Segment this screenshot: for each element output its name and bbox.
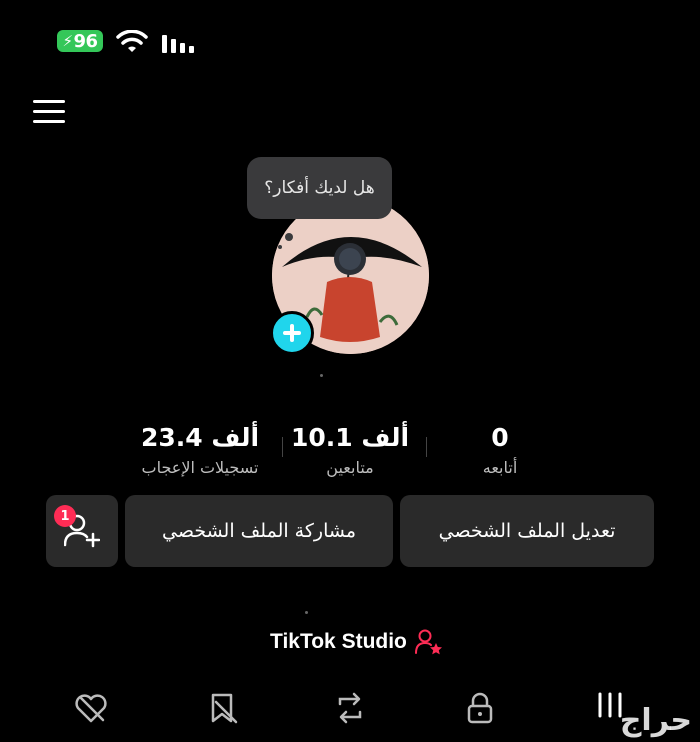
- liked-videos-tab-icon[interactable]: [73, 690, 109, 726]
- ideas-bubble-text: هل لديك أفكار؟: [264, 178, 375, 198]
- plus-icon: [283, 324, 301, 342]
- decorative-dot: [305, 611, 308, 614]
- tiktok-studio-label: TikTok Studio: [270, 630, 407, 653]
- menu-icon[interactable]: [33, 100, 65, 126]
- add-avatar-button[interactable]: [270, 311, 314, 355]
- bubble-tail-dot: [285, 233, 293, 241]
- share-profile-label: مشاركة الملف الشخصي: [162, 520, 357, 542]
- profile-screen: ⚡ 96 هل لديك أفكار؟ 23.4 ألف تسجيلات الإ…: [0, 0, 700, 742]
- stat-divider: [426, 437, 427, 457]
- share-profile-button[interactable]: مشاركة الملف الشخصي: [125, 495, 393, 567]
- likes-label: تسجيلات الإعجاب: [141, 458, 259, 477]
- charging-bolt-icon: ⚡: [62, 32, 73, 50]
- wifi-icon: [116, 30, 148, 52]
- creator-star-icon: [414, 629, 442, 655]
- bubble-tail-dot-small: [278, 245, 282, 249]
- ideas-bubble[interactable]: هل لديك أفكار؟: [247, 157, 392, 219]
- decorative-dot: [320, 374, 323, 377]
- followers-label: متابعين: [326, 458, 374, 477]
- stat-followers[interactable]: 10.1 ألف متابعين: [280, 423, 420, 477]
- repost-tab-icon[interactable]: [332, 690, 368, 726]
- signal-icon: [162, 35, 194, 53]
- likes-count: 23.4 ألف: [140, 423, 260, 452]
- battery-level: 96: [73, 30, 98, 52]
- stat-likes[interactable]: 23.4 ألف تسجيلات الإعجاب: [120, 423, 280, 477]
- lock-tab-icon[interactable]: [462, 690, 498, 726]
- edit-profile-button[interactable]: تعديل الملف الشخصي: [400, 495, 654, 567]
- add-friends-button[interactable]: [46, 495, 118, 567]
- tiktok-studio-link[interactable]: TikTok Studio: [270, 626, 443, 658]
- following-label: أتابعه: [482, 458, 518, 477]
- following-count: 0: [491, 423, 509, 452]
- followers-count: 10.1 ألف: [290, 423, 410, 452]
- favorites-tab-icon[interactable]: [204, 690, 240, 726]
- friends-notification-badge: 1: [54, 505, 76, 527]
- edit-profile-label: تعديل الملف الشخصي: [438, 520, 616, 542]
- battery-indicator: ⚡ 96: [57, 30, 103, 52]
- stat-following[interactable]: 0 أتابعه: [440, 423, 560, 477]
- watermark-logo: حراج: [619, 703, 692, 738]
